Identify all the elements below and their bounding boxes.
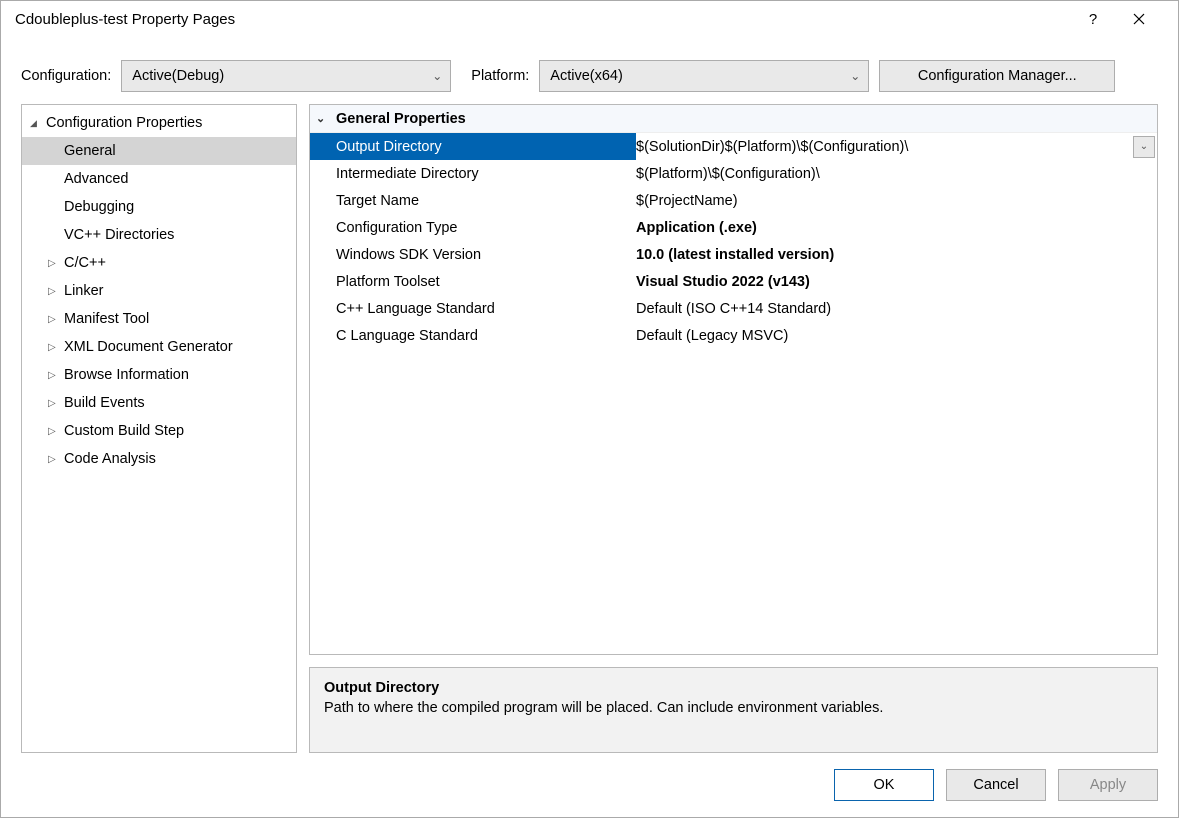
configuration-label: Configuration: xyxy=(21,68,111,84)
tree-item[interactable]: Manifest Tool xyxy=(22,305,296,333)
desc-title: Output Directory xyxy=(324,680,1143,696)
tree-item[interactable]: XML Document Generator xyxy=(22,333,296,361)
tree-item-label: C/C++ xyxy=(62,255,106,271)
expand-icon[interactable] xyxy=(48,425,62,437)
tree-root[interactable]: Configuration Properties xyxy=(22,109,296,137)
property-row[interactable]: Intermediate Directory$(Platform)\$(Conf… xyxy=(310,160,1157,187)
tree-item[interactable]: Custom Build Step xyxy=(22,417,296,445)
property-name: Target Name xyxy=(336,193,636,209)
property-name: Intermediate Directory xyxy=(336,166,636,182)
property-name: C Language Standard xyxy=(336,328,636,344)
tree-item[interactable]: Browse Information xyxy=(22,361,296,389)
platform-label: Platform: xyxy=(471,68,529,84)
tree-item-label: Linker xyxy=(62,283,104,299)
tree-item-label: Code Analysis xyxy=(62,451,156,467)
property-value[interactable]: Default (ISO C++14 Standard) xyxy=(636,301,1157,317)
property-row[interactable]: Target Name$(ProjectName) xyxy=(310,187,1157,214)
config-manager-button[interactable]: Configuration Manager... xyxy=(879,60,1115,92)
expand-icon[interactable] xyxy=(48,257,62,269)
property-row[interactable]: C Language StandardDefault (Legacy MSVC) xyxy=(310,322,1157,349)
property-row[interactable]: Configuration TypeApplication (.exe) xyxy=(310,214,1157,241)
tree-item-label: Debugging xyxy=(62,199,134,215)
tree-root-label: Configuration Properties xyxy=(44,115,202,131)
expand-icon[interactable] xyxy=(30,117,44,129)
tree-item[interactable]: Linker xyxy=(22,277,296,305)
tree-item-label: Custom Build Step xyxy=(62,423,184,439)
property-row[interactable]: Platform ToolsetVisual Studio 2022 (v143… xyxy=(310,268,1157,295)
desc-text: Path to where the compiled program will … xyxy=(324,700,1143,716)
configuration-value: Active(Debug) xyxy=(132,68,432,84)
property-name: C++ Language Standard xyxy=(336,301,636,317)
tree-item-label: VC++ Directories xyxy=(62,227,174,243)
property-value[interactable]: $(Platform)\$(Configuration)\ xyxy=(636,166,1157,182)
main-area: Configuration Properties General Advanced… xyxy=(1,104,1178,761)
property-name: Output Directory xyxy=(310,133,636,160)
configuration-dropdown[interactable]: Active(Debug) ⌄ xyxy=(121,60,451,92)
expand-icon[interactable] xyxy=(48,313,62,325)
cancel-button[interactable]: Cancel xyxy=(946,769,1046,801)
chevron-down-icon: ⌄ xyxy=(850,69,860,83)
tree-item-label: XML Document Generator xyxy=(62,339,233,355)
apply-button[interactable]: Apply xyxy=(1058,769,1158,801)
dialog-buttons: OK Cancel Apply xyxy=(1,761,1178,817)
tree-item[interactable]: General xyxy=(22,137,296,165)
tree-item[interactable]: Code Analysis xyxy=(22,445,296,473)
tree-item-label: Advanced xyxy=(62,171,129,187)
expand-icon[interactable] xyxy=(48,369,62,381)
expand-icon[interactable] xyxy=(48,397,62,409)
help-button[interactable]: ? xyxy=(1070,11,1116,28)
description-pane: Output Directory Path to where the compi… xyxy=(309,667,1158,753)
property-value[interactable]: Application (.exe) xyxy=(636,220,1157,236)
tree-item[interactable]: Build Events xyxy=(22,389,296,417)
property-grid[interactable]: ⌄ General Properties Output Directory$(S… xyxy=(309,104,1158,655)
property-row[interactable]: C++ Language StandardDefault (ISO C++14 … xyxy=(310,295,1157,322)
tree-item[interactable]: VC++ Directories xyxy=(22,221,296,249)
property-name: Platform Toolset xyxy=(336,274,636,290)
tree-pane[interactable]: Configuration Properties General Advanced… xyxy=(21,104,297,753)
tree-item[interactable]: Debugging xyxy=(22,193,296,221)
tree-item-label: General xyxy=(62,143,116,159)
property-value[interactable]: $(SolutionDir)$(Platform)\$(Configuratio… xyxy=(636,139,1133,155)
expand-icon[interactable] xyxy=(48,453,62,465)
property-row[interactable]: Windows SDK Version10.0 (latest installe… xyxy=(310,241,1157,268)
tree-item-label: Browse Information xyxy=(62,367,189,383)
property-name: Configuration Type xyxy=(336,220,636,236)
expand-icon[interactable] xyxy=(48,285,62,297)
close-button[interactable] xyxy=(1116,12,1162,28)
ok-button[interactable]: OK xyxy=(834,769,934,801)
platform-value: Active(x64) xyxy=(550,68,850,84)
expand-icon[interactable] xyxy=(48,341,62,353)
group-header[interactable]: ⌄ General Properties xyxy=(310,105,1157,133)
title-bar: Cdoubleplus-test Property Pages ? xyxy=(1,1,1178,38)
dropdown-button[interactable]: ⌄ xyxy=(1133,136,1155,158)
property-name: Windows SDK Version xyxy=(336,247,636,263)
property-value[interactable]: Visual Studio 2022 (v143) xyxy=(636,274,1157,290)
tree-item[interactable]: C/C++ xyxy=(22,249,296,277)
property-value[interactable]: Default (Legacy MSVC) xyxy=(636,328,1157,344)
platform-dropdown[interactable]: Active(x64) ⌄ xyxy=(539,60,869,92)
chevron-down-icon: ⌄ xyxy=(432,69,442,83)
top-controls: Configuration: Active(Debug) ⌄ Platform:… xyxy=(1,38,1178,104)
collapse-icon[interactable]: ⌄ xyxy=(316,112,336,125)
right-stack: ⌄ General Properties Output Directory$(S… xyxy=(309,104,1158,753)
property-value[interactable]: $(ProjectName) xyxy=(636,193,1157,209)
property-row[interactable]: Output Directory$(SolutionDir)$(Platform… xyxy=(310,133,1157,160)
tree-item-label: Build Events xyxy=(62,395,145,411)
property-value[interactable]: 10.0 (latest installed version) xyxy=(636,247,1157,263)
group-title: General Properties xyxy=(336,111,466,127)
tree-item-label: Manifest Tool xyxy=(62,311,149,327)
window-title: Cdoubleplus-test Property Pages xyxy=(15,11,1070,28)
tree-item[interactable]: Advanced xyxy=(22,165,296,193)
